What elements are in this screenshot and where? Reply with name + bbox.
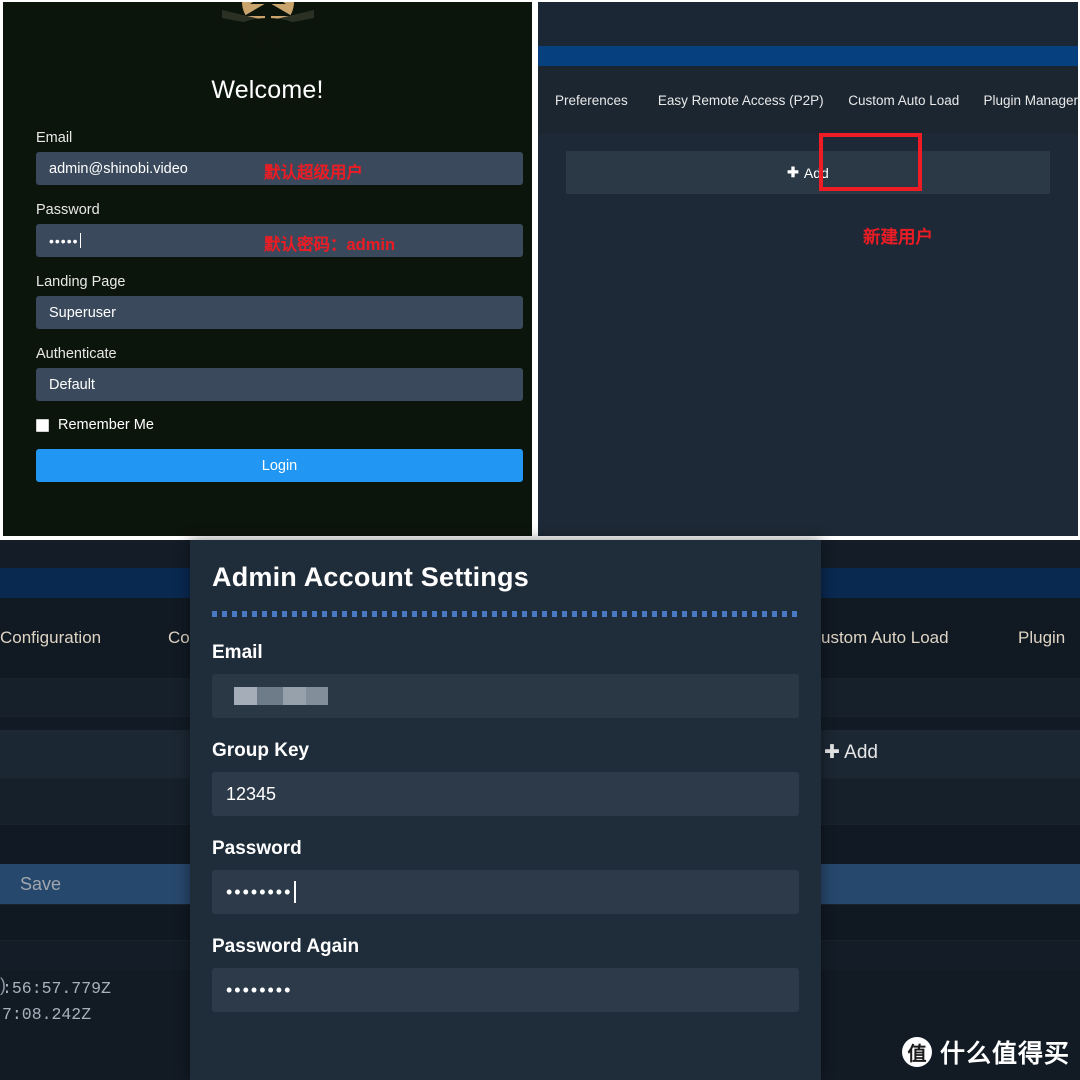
modal-password-again-input[interactable]: •••••••• <box>212 968 799 1012</box>
bg-nav-tab-plugin[interactable]: Plugin <box>1018 628 1065 648</box>
add-user-annotation: 新建用户 <box>863 227 933 247</box>
frame-edge-left <box>0 0 3 540</box>
email-annotation: 默认超级用户 <box>264 164 363 182</box>
modal-group-key-label: Group Key <box>212 740 310 761</box>
shinobi-admin-panel: Preferences Easy Remote Access (P2P) Cus… <box>538 2 1078 536</box>
modal-password-again-value: •••••••• <box>226 979 293 1000</box>
modal-title: Admin Account Settings <box>212 562 529 592</box>
modal-inner: Admin Account Settings Email Group Key 1… <box>190 540 821 1012</box>
modal-email-input[interactable] <box>212 674 799 718</box>
modal-email-label: Email <box>212 642 263 663</box>
nav-tab-custom-auto-load[interactable]: Custom Auto Load <box>848 93 959 108</box>
panel-gutter-vertical <box>532 0 538 540</box>
login-button[interactable]: Login <box>36 449 523 482</box>
password-input-value: ••••• <box>49 232 79 249</box>
password-annotation: 默认密码：admin <box>264 236 396 254</box>
watermark-text: 什么值得买 <box>939 1040 1070 1068</box>
frame-edge-top <box>0 0 1080 2</box>
plus-icon: ✚ <box>824 742 840 763</box>
add-button[interactable]: ✚ Add <box>787 164 829 181</box>
admin-body: ✚ Add <box>538 134 1078 536</box>
landing-page-group: Landing Page Superuser <box>36 274 523 329</box>
shinobi-login-panel: Welcome! Email admin@shinobi.video 默认超级用… <box>3 2 532 536</box>
redacted-email-value <box>234 687 328 705</box>
bg-nav-tab-configuration[interactable]: Configuration <box>0 628 101 648</box>
remember-me-row[interactable]: Remember Me <box>36 417 523 433</box>
text-caret <box>79 233 81 248</box>
remember-me-checkbox[interactable] <box>36 418 49 432</box>
screenshot-root: Welcome! Email admin@shinobi.video 默认超级用… <box>0 0 1080 1080</box>
admin-blue-bar <box>538 46 1078 66</box>
password-field-group: Password ••••• 默认密码：admin <box>36 202 523 257</box>
modal-password-label: Password <box>212 838 302 859</box>
text-caret <box>294 881 297 903</box>
welcome-heading: Welcome! <box>211 76 324 104</box>
email-input-value: admin@shinobi.video <box>49 160 188 177</box>
bg-nav-tab-configuration-2[interactable]: Co <box>168 628 190 648</box>
watermark: 值 什么值得买 <box>901 1034 1070 1070</box>
add-button-label: Add <box>803 164 829 181</box>
bg-nav-tab-custom-auto-load[interactable]: ustom Auto Load <box>821 628 949 648</box>
remember-me-label: Remember Me <box>58 417 154 433</box>
landing-page-label: Landing Page <box>36 274 126 290</box>
landing-page-value: Superuser <box>49 304 116 321</box>
login-form: Email admin@shinobi.video 默认超级用户 Passwor… <box>36 130 523 482</box>
shinobi-logo <box>3 2 532 42</box>
admin-nav: Preferences Easy Remote Access (P2P) Cus… <box>538 66 1078 134</box>
modal-password-value: •••••••• <box>226 881 293 902</box>
nav-tab-easy-remote-access[interactable]: Easy Remote Access (P2P) <box>658 93 824 108</box>
authenticate-value: Default <box>49 376 95 393</box>
modal-password-input[interactable]: •••••••• <box>212 870 799 914</box>
watermark-badge-icon: 值 <box>901 1037 932 1067</box>
modal-group-key-input[interactable]: 12345 <box>212 772 799 816</box>
authenticate-label: Authenticate <box>36 346 117 362</box>
admin-account-settings-modal: Admin Account Settings Email Group Key 1… <box>190 540 821 1080</box>
modal-group-key-value: 12345 <box>226 783 277 804</box>
shinobi-pagoda-logo-icon <box>221 2 314 42</box>
nav-tab-preferences[interactable]: Preferences <box>555 93 628 108</box>
modal-divider <box>212 611 799 617</box>
authenticate-group: Authenticate Default <box>36 346 523 401</box>
email-field-group: Email admin@shinobi.video 默认超级用户 <box>36 130 523 185</box>
bg-paren-fragment: ) <box>0 975 6 995</box>
authenticate-select[interactable]: Default <box>36 368 523 401</box>
modal-password-again-label: Password Again <box>212 936 360 957</box>
plus-icon: ✚ <box>787 164 799 180</box>
bg-add-label: Add <box>844 742 878 763</box>
password-label: Password <box>36 202 100 218</box>
admin-topbar <box>538 2 1078 46</box>
nav-tab-plugin-manager[interactable]: Plugin Manager <box>983 93 1078 108</box>
email-input[interactable]: admin@shinobi.video 默认超级用户 <box>36 152 523 185</box>
landing-page-select[interactable]: Superuser <box>36 296 523 329</box>
admin-toolbar: ✚ Add <box>566 151 1050 194</box>
password-input[interactable]: ••••• 默认密码：admin <box>36 224 523 257</box>
bg-add-button[interactable]: ✚ Add <box>824 741 878 764</box>
email-label: Email <box>36 130 73 146</box>
